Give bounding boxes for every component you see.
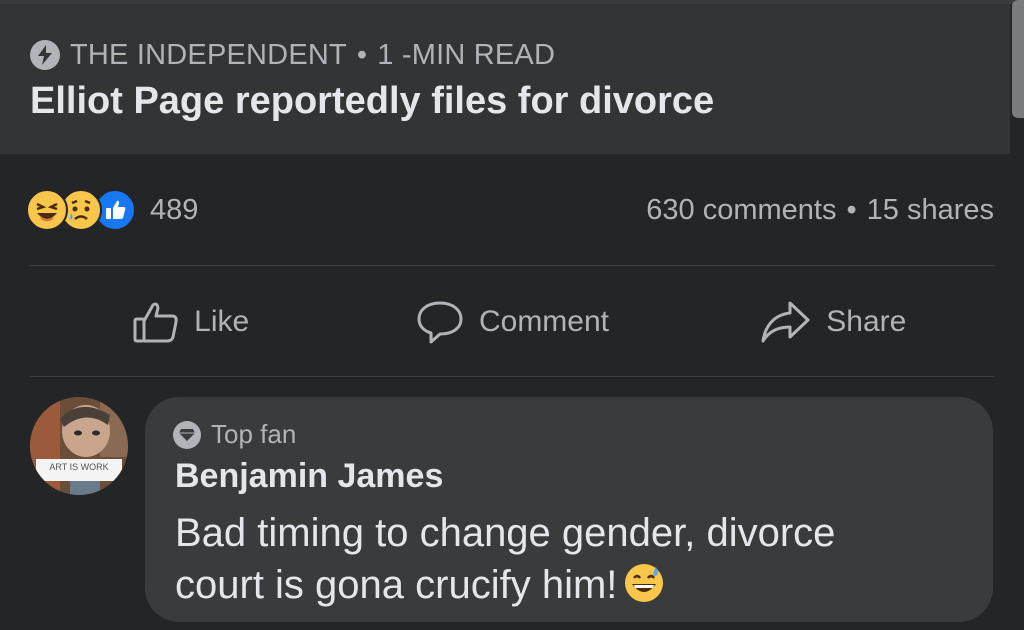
avatar-caption: ART IS WORK	[49, 462, 108, 472]
top-fan-badge-row: Top fan	[173, 419, 296, 450]
comment-text: Bad timing to change gender, divorce cou…	[175, 507, 935, 611]
laughing-reaction-icon	[26, 189, 68, 231]
thumbs-up-icon	[133, 302, 178, 343]
reaction-count: 489	[150, 193, 199, 226]
top-fan-label: Top fan	[211, 419, 297, 449]
shares-count-link[interactable]: 15 shares	[867, 194, 994, 227]
source-separator: •	[356, 38, 368, 71]
reaction-summary[interactable]: 489	[26, 189, 198, 231]
reactions-stats-row: 489 630 comments • 15 shares	[26, 188, 994, 232]
divider-bottom	[30, 376, 994, 377]
comments-count-link[interactable]: 630 comments	[646, 194, 836, 227]
share-arrow-icon	[761, 301, 810, 343]
commenter-avatar[interactable]: ART IS WORK	[30, 397, 128, 495]
comment-body: Bad timing to change gender, divorce cou…	[175, 511, 836, 607]
stats-separator: •	[846, 193, 857, 226]
post-actions-bar: Like Comment Share	[30, 290, 994, 354]
grinning-sweat-emoji-icon	[625, 564, 664, 602]
article-title[interactable]: Elliot Page reportedly files for divorce	[30, 80, 714, 123]
instant-article-bolt-icon	[30, 40, 60, 70]
comment-author-name[interactable]: Benjamin James	[175, 457, 443, 496]
comment-label: Comment	[478, 305, 610, 338]
article-link-card[interactable]: THE INDEPENDENT • 1 -MIN READ Elliot Pag…	[0, 4, 1010, 154]
scrollbar-thumb[interactable]	[1012, 0, 1024, 118]
like-button[interactable]: Like	[30, 299, 351, 345]
article-source-row: THE INDEPENDENT • 1 -MIN READ	[30, 38, 555, 72]
comment-button[interactable]: Comment	[351, 299, 672, 345]
comment-bubble[interactable]: Top fan Benjamin James Bad timing to cha…	[145, 397, 993, 622]
diamond-badge-icon	[173, 420, 201, 449]
share-label: Share	[826, 305, 907, 338]
like-label: Like	[194, 305, 250, 338]
article-read-time: 1 -MIN READ	[377, 38, 556, 71]
share-button[interactable]: Share	[673, 299, 994, 345]
engagement-stats: 630 comments • 15 shares	[646, 194, 994, 227]
divider-top	[30, 265, 994, 266]
article-source: THE INDEPENDENT	[70, 38, 347, 71]
comment-bubble-icon	[417, 301, 463, 344]
